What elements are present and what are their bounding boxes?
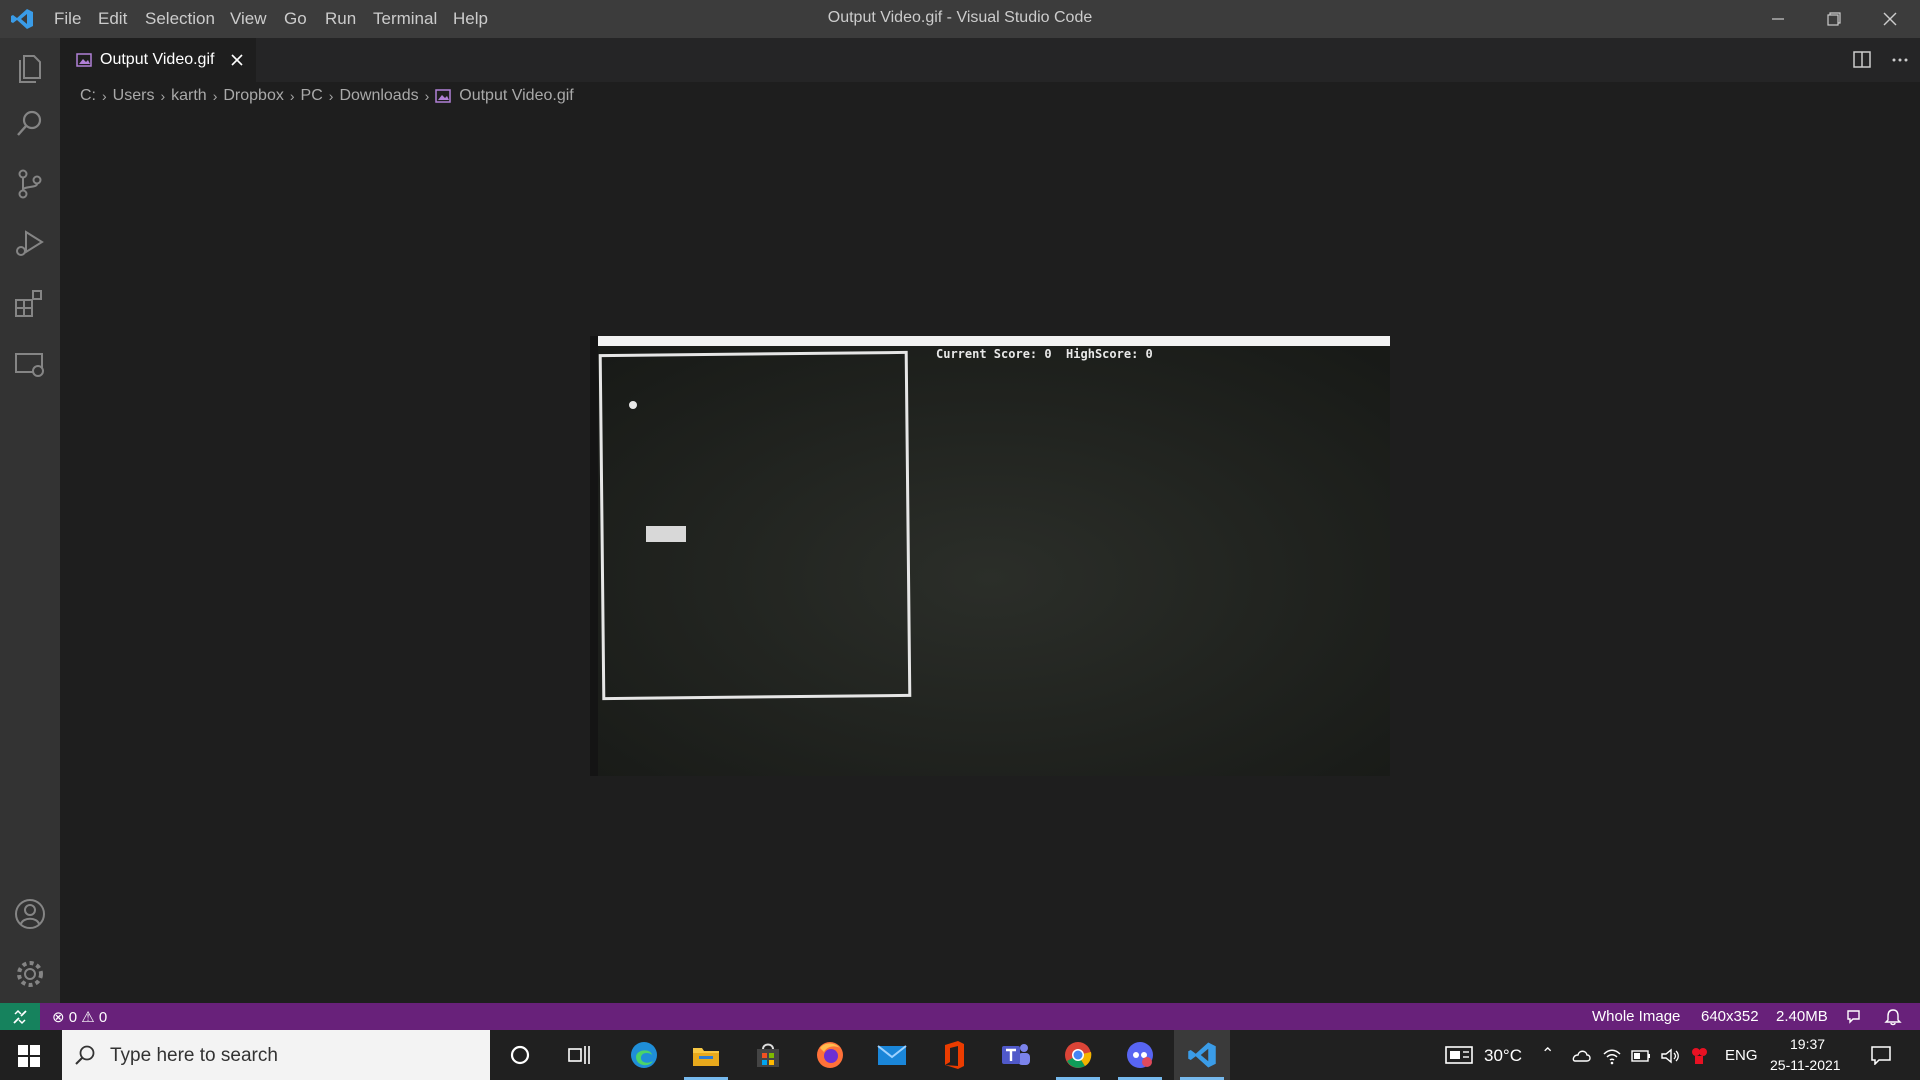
settings-gear-icon[interactable] (12, 956, 48, 992)
file-explorer-icon (693, 1048, 719, 1066)
close-icon (1883, 12, 1897, 26)
tab-bar (60, 38, 1920, 82)
taskbar-app-vscode[interactable] (1174, 1030, 1230, 1080)
breadcrumb-item[interactable]: karth (171, 87, 207, 105)
tab-output-video[interactable]: Output Video.gif (60, 38, 256, 83)
error-icon: ⊗ (52, 1009, 65, 1026)
breadcrumb-item[interactable]: PC (301, 87, 323, 105)
chevron-right-icon: › (289, 88, 295, 104)
notifications-bell-icon[interactable] (1884, 1008, 1902, 1026)
game-app-icon (1127, 1042, 1153, 1068)
taskbar-app-office[interactable] (926, 1030, 982, 1080)
mail-icon (877, 1045, 907, 1065)
source-control-icon[interactable] (12, 166, 48, 202)
image-file-icon (435, 89, 452, 103)
chevron-right-icon: › (212, 88, 218, 104)
taskbar-app-store[interactable] (740, 1030, 796, 1080)
chevron-right-icon: › (328, 88, 334, 104)
battery-icon[interactable] (1631, 1049, 1651, 1063)
clock-time[interactable]: 19:37 (1790, 1036, 1825, 1052)
microsoft-store-icon (757, 1043, 779, 1067)
remote-indicator[interactable] (0, 1003, 40, 1030)
chevron-up-icon[interactable]: ⌃ (1541, 1044, 1554, 1064)
breadcrumb-item[interactable]: Downloads (339, 87, 418, 105)
restore-icon (1827, 12, 1841, 26)
taskbar-search-placeholder: Type here to search (110, 1045, 278, 1066)
image-dimensions: 640x352 (1701, 1008, 1759, 1025)
language-indicator[interactable]: ENG (1725, 1047, 1758, 1064)
breadcrumb-item[interactable]: Output Video.gif (459, 87, 573, 105)
problems-indicator[interactable]: ⊗ 0 ⚠ 0 (52, 1008, 107, 1026)
minimize-button[interactable] (1750, 0, 1806, 38)
window-title: Output Video.gif - Visual Studio Code (827, 9, 1093, 26)
taskbar-app-file-explorer[interactable] (678, 1030, 734, 1080)
chrome-icon (1065, 1042, 1092, 1068)
vscode-icon (1188, 1042, 1216, 1068)
zoom-status[interactable]: Whole Image (1592, 1008, 1680, 1025)
weather-temperature[interactable]: 30°C (1484, 1046, 1522, 1066)
weather-icon[interactable] (1444, 1045, 1474, 1065)
onedrive-icon[interactable] (1571, 1047, 1591, 1065)
antivirus-tray-icon[interactable] (1689, 1046, 1709, 1066)
taskbar-app-mail[interactable] (864, 1030, 920, 1080)
chevron-right-icon: › (160, 88, 166, 104)
close-window-button[interactable] (1862, 0, 1918, 38)
extensions-icon[interactable] (12, 286, 48, 322)
windows-start-icon[interactable] (18, 1045, 40, 1067)
accounts-icon[interactable] (12, 896, 48, 932)
cortana-button[interactable] (492, 1030, 548, 1080)
taskbar-app-edge[interactable] (616, 1030, 672, 1080)
warning-count: 0 (98, 1009, 108, 1026)
activity-bar (0, 38, 60, 1003)
taskbar-app-game-bar[interactable] (1112, 1030, 1168, 1080)
game-score-text: Current Score: 0 HighScore: 0 (936, 347, 1153, 361)
restore-button[interactable] (1806, 0, 1862, 38)
breadcrumb-item[interactable]: Users (113, 87, 155, 105)
breadcrumb-item[interactable]: C: (80, 87, 96, 105)
file-size: 2.40MB (1776, 1008, 1828, 1025)
taskbar-app-chrome[interactable] (1050, 1030, 1106, 1080)
office-icon (945, 1041, 964, 1069)
image-file-icon (76, 53, 92, 67)
taskbar-app-teams[interactable] (988, 1030, 1044, 1080)
status-bar: ⊗ 0 ⚠ 0 Whole Image 640x352 2.40MB (0, 1003, 1920, 1030)
tab-label: Output Video.gif (100, 51, 215, 68)
taskbar-app-firefox[interactable] (802, 1030, 858, 1080)
edge-browser-icon (631, 1042, 657, 1068)
split-editor-icon[interactable] (1852, 50, 1872, 70)
title-bar: File Edit Selection View Go Run Terminal… (0, 0, 1920, 38)
error-count: 0 (68, 1009, 78, 1026)
clock-date[interactable]: 25-11-2021 (1770, 1057, 1841, 1073)
breadcrumb: C: › Users › karth › Dropbox › PC › Down… (80, 86, 574, 106)
run-debug-icon[interactable] (12, 226, 48, 262)
wifi-icon[interactable] (1602, 1047, 1622, 1065)
volume-icon[interactable] (1660, 1047, 1680, 1065)
action-center-icon[interactable] (1870, 1045, 1892, 1065)
close-tab-icon[interactable] (230, 53, 244, 67)
chevron-right-icon: › (102, 88, 107, 104)
task-view-icon (568, 1046, 590, 1064)
warning-icon: ⚠ (81, 1009, 95, 1026)
breadcrumb-item[interactable]: Dropbox (223, 87, 283, 105)
search-magnifier-icon (75, 1045, 95, 1065)
more-actions-icon[interactable] (1890, 50, 1910, 70)
remote-icon (13, 1009, 27, 1025)
remote-explorer-icon[interactable] (12, 346, 48, 382)
chevron-right-icon: › (424, 88, 430, 104)
search-icon[interactable] (12, 106, 48, 142)
game-frame-image: Current Score: 0 HighScore: 0 (590, 336, 1390, 776)
task-view-button[interactable] (552, 1030, 608, 1080)
image-preview: Current Score: 0 HighScore: 0 (590, 336, 1390, 776)
firefox-icon (817, 1042, 843, 1068)
cortana-icon (510, 1045, 530, 1065)
minimize-icon (1772, 18, 1784, 20)
feedback-icon[interactable] (1846, 1008, 1864, 1026)
teams-icon (1002, 1044, 1030, 1065)
explorer-icon[interactable] (12, 50, 48, 86)
